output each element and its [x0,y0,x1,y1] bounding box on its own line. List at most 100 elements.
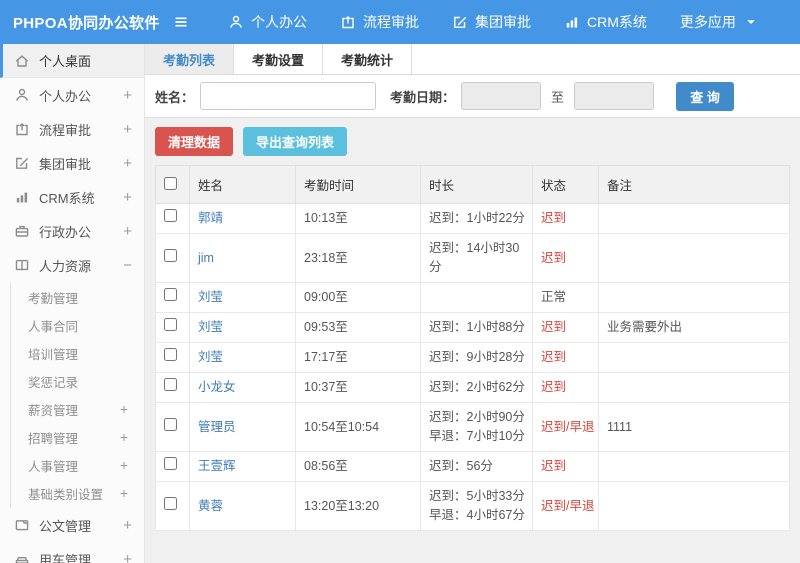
duration-line: 早退：4小时67分 [429,508,525,522]
sidebar-subitem-薪资管理[interactable]: 薪资管理 + [11,395,144,423]
content-area: 清理数据 导出查询列表 姓名 考勤时间 时长 状态 备注 郭靖 10:13至 迟到：1小时2… [145,118,800,563]
row-checkbox[interactable] [164,209,177,222]
nav-item-edit[interactable]: 集团审批 [452,12,531,32]
status-cell: 迟到 [532,372,599,403]
expand-icon[interactable]: + [123,122,132,137]
sidebar: 个人桌面 个人办公 + 流程审批 + 集团审批 + CRM系统 + 行政办公 + 人力资源 − 考勤管理人… [0,44,145,563]
status-cell: 迟到/早退 [532,481,599,531]
sidebar-subitem-奖惩记录[interactable]: 奖惩记录 [11,367,144,395]
table-row: 小龙女 10:37至 迟到：2小时62分 迟到 [155,372,790,403]
column-header-姓名: 姓名 [189,165,296,204]
expand-icon[interactable]: + [123,552,132,563]
duration-line: 迟到：2小时90分 [429,410,525,424]
employee-name-link[interactable]: 刘莹 [198,350,223,364]
sidebar-item-CRM系统[interactable]: CRM系统 + [0,180,144,214]
sidebar-subitem-label: 考勤管理 [28,291,79,306]
row-checkbox[interactable] [164,318,177,331]
note-cell [598,342,790,373]
nav-item-caret[interactable]: 更多应用 [680,12,759,32]
sidebar-item-个人桌面[interactable]: 个人桌面 [0,44,144,78]
expand-icon[interactable]: + [123,190,132,205]
time-cell: 09:00至 [295,282,421,313]
nav-item-label: 个人办公 [251,14,307,30]
status-cell: 正常 [532,282,599,313]
export-list-button[interactable]: 导出查询列表 [243,127,348,156]
expand-icon[interactable]: + [120,486,128,500]
employee-name-link[interactable]: 黄蓉 [198,499,223,513]
row-checkbox[interactable] [164,378,177,391]
sidebar-item-集团审批[interactable]: 集团审批 + [0,146,144,180]
nav-item-user[interactable]: 个人办公 [228,12,307,32]
sidebar-item-用车管理[interactable]: 用车管理 + [0,542,144,563]
column-header-时长: 时长 [420,165,533,204]
row-checkbox-cell [155,203,190,234]
duration-cell: 迟到：5小时33分 早退：4小时67分 [420,481,533,531]
search-button[interactable]: 查 询 [676,81,735,111]
note-cell [598,372,790,403]
row-checkbox[interactable] [164,496,177,510]
tab-考勤列表[interactable]: 考勤列表 [145,44,234,74]
expand-icon[interactable]: + [123,518,132,533]
row-checkbox[interactable] [164,348,177,361]
date-filter-label: 考勤日期： [390,89,456,105]
sidebar-subitem-培训管理[interactable]: 培训管理 [11,339,144,367]
note-cell: 业务需要外出 [598,312,790,343]
sidebar-item-label: 公文管理 [39,518,92,534]
tab-考勤统计[interactable]: 考勤统计 [323,44,412,74]
employee-name-link[interactable]: 王壹辉 [198,459,236,473]
nav-item-process[interactable]: 流程审批 [340,12,419,32]
sidebar-item-个人办公[interactable]: 个人办公 + [0,78,144,112]
row-checkbox-cell [155,282,190,313]
employee-name-link[interactable]: 郭靖 [198,211,223,225]
date-from-input[interactable] [461,82,542,110]
expand-icon[interactable]: + [120,458,128,472]
name-cell: jim [189,233,296,283]
sidebar-item-流程审批[interactable]: 流程审批 + [0,112,144,146]
duration-cell: 迟到：9小时28分 [420,342,533,373]
employee-name-link[interactable]: 小龙女 [198,380,236,394]
sidebar-item-行政办公[interactable]: 行政办公 + [0,214,144,248]
car-icon [14,551,30,563]
name-cell: 王壹辉 [189,451,296,482]
sidebar-subitem-招聘管理[interactable]: 招聘管理 + [11,423,144,451]
time-cell: 08:56至 [295,451,421,482]
expand-icon[interactable]: + [123,224,132,239]
sidebar-item-公文管理[interactable]: 公文管理 + [0,508,144,542]
sidebar-subitem-人事管理[interactable]: 人事管理 + [11,451,144,479]
employee-name-link[interactable]: jim [198,251,214,265]
date-to-input[interactable] [574,82,655,110]
hamburger-menu-icon[interactable] [150,14,212,30]
expand-icon[interactable]: + [120,402,128,416]
body-row: 个人桌面 个人办公 + 流程审批 + 集团审批 + CRM系统 + 行政办公 + 人力资源 − 考勤管理人… [0,44,800,563]
sidebar-subitem-label: 招聘管理 [28,431,79,446]
employee-name-link[interactable]: 刘莹 [198,320,223,334]
expand-icon[interactable]: + [123,88,132,103]
note-cell [598,451,790,482]
sidebar-subitem-人事合同[interactable]: 人事合同 [11,311,144,339]
row-checkbox[interactable] [164,288,177,301]
tab-考勤设置[interactable]: 考勤设置 [234,44,323,74]
note-cell [598,481,790,531]
expand-icon[interactable]: + [123,156,132,171]
sidebar-item-人力资源[interactable]: 人力资源 − [0,248,144,282]
table-header-row: 姓名 考勤时间 时长 状态 备注 [155,165,790,204]
row-checkbox[interactable] [164,248,177,262]
row-checkbox[interactable] [164,457,177,470]
duration-cell [420,282,533,313]
expand-icon[interactable]: + [120,430,128,444]
sidebar-subitem-基础类别设置[interactable]: 基础类别设置 + [11,479,144,507]
employee-name-link[interactable]: 刘莹 [198,290,223,304]
clear-data-button[interactable]: 清理数据 [155,127,234,156]
name-filter-input[interactable] [200,82,377,110]
table-row: 管理员 10:54至10:54 迟到：2小时90分 早退：7小时10分 迟到/早退 111… [155,402,790,452]
select-all-checkbox[interactable] [164,176,177,190]
filter-bar: 姓名： 考勤日期： 至 查 询 [145,75,800,118]
row-checkbox[interactable] [164,417,177,431]
nav-item-chart[interactable]: CRM系统 [564,12,647,32]
sidebar-item-label: 集团审批 [39,156,92,172]
collapse-icon[interactable]: − [123,258,132,273]
duration-line: 早退：7小时10分 [429,429,525,443]
sidebar-subitem-考勤管理[interactable]: 考勤管理 [11,283,144,311]
employee-name-link[interactable]: 管理员 [198,420,236,434]
app-logo: PHPOA协同办公软件 [13,14,160,32]
